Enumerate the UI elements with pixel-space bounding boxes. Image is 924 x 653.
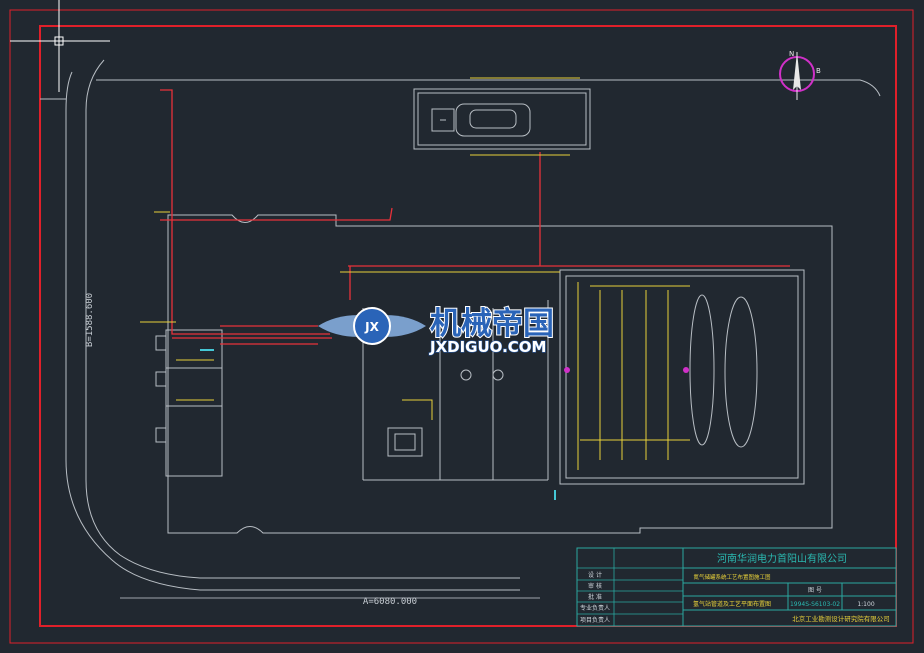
- title-block-row-label: 项目负责人: [580, 616, 610, 624]
- drawing-number: 1994S-S6103-02: [790, 601, 840, 608]
- compass-east: B: [816, 67, 821, 75]
- north-arrow-icon: N B: [779, 50, 821, 100]
- watermark-logo-text: JX: [364, 320, 379, 334]
- drawing-no-label: 图 号: [808, 587, 822, 594]
- title-block-row-label: 设 计: [588, 571, 602, 579]
- watermark-logo: JX 机械帝国 JXDIGUO.COM: [318, 305, 555, 357]
- drawing-scale: 1:100: [857, 601, 874, 608]
- title-block-row-label: 专业负责人: [580, 604, 610, 612]
- truck-unloading-area: [413, 88, 591, 150]
- site-outline: [167, 214, 833, 534]
- watermark-url: JXDIGUO.COM: [429, 338, 546, 356]
- cad-drawing-canvas[interactable]: B=1588.600 A=6080.000 N B JX 机械帝国 JXDIGU…: [0, 0, 924, 653]
- watermark-title: 机械帝国: [430, 306, 554, 342]
- title-block: 河南华润电力首阳山有限公司 氮气储罐系统工艺布置图施工图 图 号 1994S-S…: [576, 547, 897, 627]
- compass-north: N: [789, 50, 794, 58]
- project-title: 氮气储罐系统工艺布置图施工图: [693, 573, 771, 581]
- title-block-row-label: 批 准: [588, 593, 602, 601]
- company-name: 河南华润电力首阳山有限公司: [717, 552, 847, 565]
- control-room: [155, 329, 223, 477]
- crosshair-cursor-icon: [10, 0, 110, 92]
- design-institute: 北京工业勘测设计研究院有限公司: [792, 614, 890, 623]
- dimension-vertical: B=1588.600: [85, 293, 95, 347]
- dimension-horizontal: A=6080.000: [363, 597, 417, 607]
- cad-drawing: B=1588.600 A=6080.000 N B JX 机械帝国 JXDIGU…: [9, 0, 914, 644]
- equipment-building: [362, 269, 805, 485]
- drawing-title: 氢气站管道及工艺平面布置图: [693, 600, 771, 608]
- title-block-row-label: 审 核: [588, 582, 602, 590]
